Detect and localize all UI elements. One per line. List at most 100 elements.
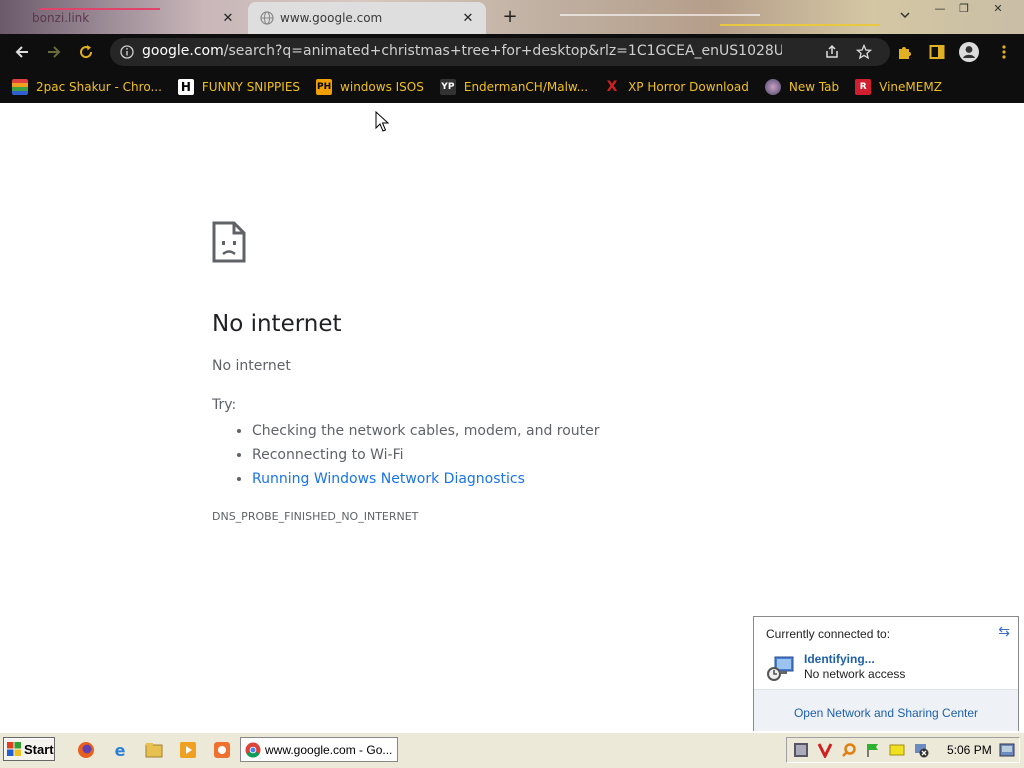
side-panel-icon <box>929 45 945 59</box>
new-tab-button[interactable]: + <box>500 6 520 28</box>
error-code: DNS_PROBE_FINISHED_NO_INTERNET <box>212 510 419 523</box>
popup-footer: Open Network and Sharing Center <box>754 689 1018 731</box>
network-status: No network access <box>804 667 906 681</box>
tab-label: www.google.com <box>280 11 383 25</box>
url-path: /search?q=animated+christmas+tree+for+de… <box>223 43 782 59</box>
menu-button[interactable] <box>992 40 1016 64</box>
suggestion-item: Checking the network cables, modem, and … <box>252 419 600 443</box>
bookmark-vinememz[interactable]: R VineMEMZ <box>855 78 942 95</box>
network-status-popup: Currently connected to: ⇆ Identifying...… <box>753 616 1019 731</box>
folder-icon[interactable] <box>145 741 163 759</box>
ph-favicon-icon: PH <box>316 78 333 95</box>
popup-header: Currently connected to: <box>766 627 891 641</box>
side-panel-button[interactable] <box>925 40 949 64</box>
bookmark-label: VineMEMZ <box>879 79 942 94</box>
h-favicon-icon: H <box>177 78 194 95</box>
app-launcher-icon[interactable] <box>213 741 231 759</box>
close-tab-icon[interactable]: ✕ <box>220 11 236 26</box>
site-info-icon[interactable] <box>120 45 134 59</box>
back-arrow-icon <box>15 46 28 58</box>
bookmark-endermanch[interactable]: YP EndermanCH/Malw... <box>439 78 589 95</box>
bookmark-new-tab[interactable]: New Tab <box>764 78 840 95</box>
bookmark-funny-snippies[interactable]: H FUNNY SNIPPIES <box>177 78 301 95</box>
svg-text:e: e <box>115 741 126 759</box>
bookmark-xp-horror[interactable]: X XP Horror Download <box>604 79 749 95</box>
globe-favicon-icon <box>764 78 781 95</box>
network-diagnostics-link[interactable]: Running Windows Network Diagnostics <box>252 471 525 487</box>
yp-favicon-icon: YP <box>439 78 456 95</box>
internet-explorer-icon[interactable]: e <box>111 741 129 759</box>
tab-strip: bonzi.link ✕ www.google.com ✕ + — ❐ ✕ <box>0 0 1024 34</box>
flag-icon[interactable] <box>865 742 881 758</box>
url-host: google.com <box>142 43 224 59</box>
network-sharing-center-link[interactable]: Open Network and Sharing Center <box>754 706 1018 720</box>
bookmark-windows-isos[interactable]: PH windows ISOS <box>316 78 424 95</box>
maximize-button[interactable]: ❐ <box>952 0 976 18</box>
try-label: Try: <box>212 397 237 413</box>
bookmark-label: EndermanCH/Malw... <box>463 79 589 94</box>
media-player-icon[interactable] <box>179 741 197 759</box>
taskbar: Start e www.google.com - Go... 5:06 PM <box>0 732 1024 768</box>
bookmark-label: 2pac Shakur - Chro... <box>36 79 162 94</box>
address-bar[interactable]: google.com/search?q=animated+christmas+t… <box>110 38 890 66</box>
profile-button[interactable] <box>957 40 981 64</box>
chrome-icon <box>245 742 261 758</box>
x-favicon-icon: X <box>606 78 618 95</box>
error-title: No internet <box>212 311 342 337</box>
show-desktop-icon[interactable] <box>999 742 1015 758</box>
rainbow-favicon-icon <box>12 78 28 95</box>
clock[interactable]: 5:06 PM <box>947 743 992 757</box>
start-label: Start <box>24 741 54 757</box>
windows-logo-icon <box>7 742 21 756</box>
mouse-cursor-icon <box>375 111 389 132</box>
bookmarks-bar: 2pac Shakur - Chro... H FUNNY SNIPPIES P… <box>0 70 1024 103</box>
puzzle-icon <box>899 47 911 59</box>
wallpaper-streak <box>560 14 760 16</box>
kebab-menu-icon <box>1002 45 1006 59</box>
tab-label: bonzi.link <box>32 11 90 25</box>
url-text[interactable]: google.com/search?q=animated+christmas+t… <box>142 43 782 59</box>
tray-app-icon[interactable] <box>793 742 809 758</box>
network-name[interactable]: Identifying... <box>804 652 875 666</box>
tab-google[interactable]: www.google.com ✕ <box>248 2 486 34</box>
sad-page-icon <box>212 221 246 263</box>
forward-arrow-icon <box>48 46 61 58</box>
suggestion-item: Running Windows Network Diagnostics <box>252 467 600 491</box>
extensions-button[interactable] <box>893 40 917 64</box>
browser-toolbar: google.com/search?q=animated+christmas+t… <box>0 34 1024 70</box>
r-favicon-icon: R <box>855 78 872 95</box>
antivirus-icon[interactable] <box>817 742 833 758</box>
system-tray: 5:06 PM <box>786 737 1020 763</box>
bookmark-label: XP Horror Download <box>628 79 749 94</box>
search-tray-icon[interactable] <box>841 742 857 758</box>
minimize-button[interactable]: — <box>928 0 952 18</box>
start-button[interactable]: Start <box>3 737 55 761</box>
share-icon[interactable] <box>824 44 840 60</box>
suggestion-item: Reconnecting to Wi-Fi <box>252 443 600 467</box>
forward-button[interactable] <box>42 40 66 64</box>
back-button[interactable] <box>10 40 34 64</box>
notification-icon[interactable] <box>889 742 905 758</box>
firefox-icon[interactable] <box>77 741 95 759</box>
avatar-icon <box>959 42 979 62</box>
bookmark-label: FUNNY SNIPPIES <box>201 79 301 94</box>
wallpaper-streak <box>720 24 880 26</box>
network-no-access-icon[interactable] <box>913 742 929 758</box>
task-label: www.google.com - Go... <box>265 742 393 757</box>
bookmark-star-icon[interactable] <box>856 44 872 60</box>
suggestion-list: Checking the network cables, modem, and … <box>212 419 600 491</box>
taskbar-chrome-window[interactable]: www.google.com - Go... <box>240 737 398 762</box>
error-description: No internet <box>212 358 291 374</box>
globe-icon <box>260 11 274 25</box>
suggestion-text: Reconnecting to Wi-Fi <box>252 447 404 463</box>
bookmark-label: windows ISOS <box>340 79 424 94</box>
reload-button[interactable] <box>74 40 98 64</box>
reload-icon <box>80 45 93 59</box>
tab-search-chevron-icon[interactable] <box>898 8 912 22</box>
close-window-button[interactable]: ✕ <box>986 0 1010 18</box>
bookmark-label: New Tab <box>788 79 840 94</box>
refresh-icon[interactable]: ⇆ <box>998 623 1010 640</box>
bookmark-2pac[interactable]: 2pac Shakur - Chro... <box>12 78 162 95</box>
close-tab-icon[interactable]: ✕ <box>460 11 476 26</box>
tab-bonzi[interactable]: bonzi.link ✕ <box>0 2 246 34</box>
